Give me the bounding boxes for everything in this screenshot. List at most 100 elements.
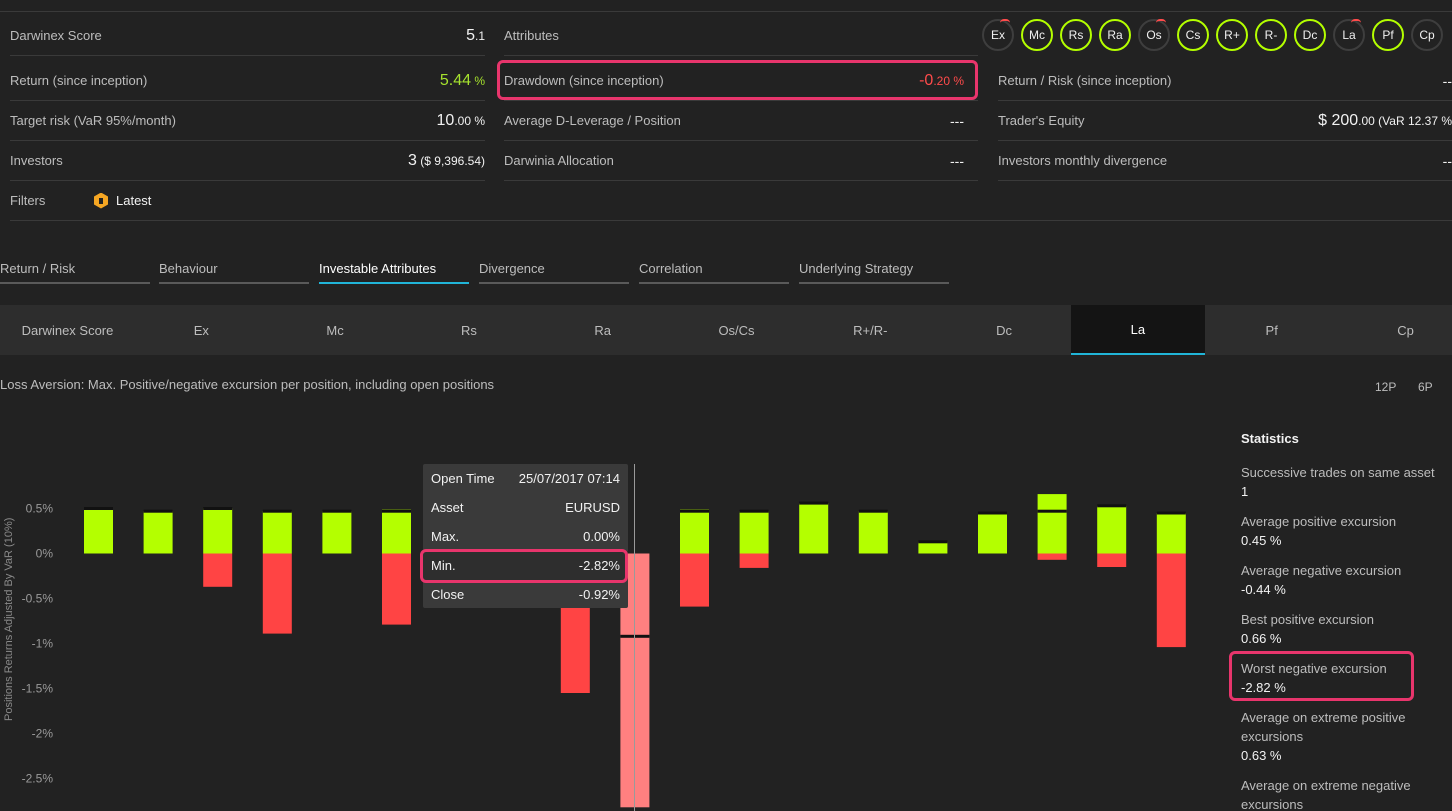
target-risk-value: 10.00 % <box>436 111 485 129</box>
subtab-rs[interactable]: Rs <box>402 305 536 355</box>
bar-negative[interactable] <box>1037 553 1067 560</box>
period-12p[interactable]: 12P <box>1375 380 1396 394</box>
subtab-la[interactable]: La <box>1070 305 1205 355</box>
bar-positive[interactable] <box>1037 494 1067 554</box>
y-tick-label: -0.5% <box>22 592 54 606</box>
attribute-badge-rminus[interactable]: R- <box>1255 19 1287 51</box>
bar-positive[interactable] <box>84 508 113 554</box>
subtab-dc[interactable]: Dc <box>937 305 1071 355</box>
tab-investable-attributes[interactable]: Investable Attributes <box>319 257 469 284</box>
attribute-badge-mc[interactable]: Mc <box>1021 19 1053 51</box>
attribute-badge-label: Ra <box>1107 28 1123 42</box>
bar-positive[interactable] <box>739 511 769 554</box>
attribute-badge-label: R+ <box>1224 28 1240 42</box>
bar-positive[interactable] <box>382 509 411 554</box>
attribute-badge-la[interactable]: La <box>1333 19 1365 51</box>
tab-behaviour[interactable]: Behaviour <box>159 257 309 284</box>
attribute-badge-label: Mc <box>1029 28 1045 42</box>
attribute-badge-ex[interactable]: Ex <box>982 19 1014 51</box>
attribute-badge-ra[interactable]: Ra <box>1099 19 1131 51</box>
subtab-darwinex-score[interactable]: Darwinex Score <box>1 305 135 355</box>
statistic-value: 0.66 % <box>1241 631 1282 646</box>
investors-value: 3 ($ 9,396.54) <box>408 151 485 169</box>
bar-positive[interactable] <box>1097 505 1127 554</box>
cursor-line <box>634 464 635 811</box>
attribute-badge-rplus[interactable]: R+ <box>1216 19 1248 51</box>
attribute-badge-cp[interactable]: Cp <box>1411 19 1443 51</box>
subtab-cp[interactable]: Cp <box>1339 305 1452 355</box>
bar-negative[interactable] <box>1156 553 1186 648</box>
subtab-pf[interactable]: Pf <box>1205 305 1339 355</box>
close-marker <box>799 501 829 505</box>
shield-icon <box>94 192 108 209</box>
statistic-item: Average positive excursion 0.45 % <box>1241 512 1451 550</box>
attribute-badge-cs[interactable]: Cs <box>1177 19 1209 51</box>
bar-negative[interactable] <box>203 553 233 587</box>
attribute-badge-label: Cs <box>1185 28 1201 42</box>
bar-positive[interactable] <box>143 511 173 554</box>
bar-positive[interactable] <box>799 503 829 554</box>
bar-negative[interactable] <box>1097 553 1127 568</box>
filters-label: Filters <box>10 193 46 208</box>
return-risk-row: Return / Risk (since inception) -- <box>998 61 1452 101</box>
close-marker <box>143 509 173 513</box>
bar-positive[interactable] <box>262 511 292 554</box>
return-risk-value: -- <box>1442 72 1452 89</box>
traders-equity-row: Trader's Equity $ 200.00 (VaR 12.37 % <box>998 101 1452 141</box>
filters-row: Filters Latest <box>10 181 1452 221</box>
tab-return-risk[interactable]: Return / Risk <box>0 257 150 284</box>
attribute-subtabs: Darwinex Score Ex Mc Rs Ra Os/Cs R+/R- Dc La Pf Cp <box>0 305 1452 355</box>
tooltip-max: Max. 0.00% <box>431 529 620 544</box>
bar-positive[interactable] <box>322 511 352 554</box>
attribute-badge-rs[interactable]: Rs <box>1060 19 1092 51</box>
bar-positive[interactable] <box>203 508 233 554</box>
close-marker <box>1037 509 1067 513</box>
darwinia-allocation-label: Darwinia Allocation <box>504 153 614 168</box>
d-leverage-row: Average D-Leverage / Position --- <box>504 101 978 141</box>
darwinia-allocation-row: Darwinia Allocation --- <box>504 141 978 181</box>
attribute-badge-label: Ex <box>990 28 1005 42</box>
d-leverage-label: Average D-Leverage / Position <box>504 113 681 128</box>
subtab-os-cs[interactable]: Os/Cs <box>670 305 804 355</box>
bar-negative[interactable] <box>382 553 411 625</box>
subtab-ex[interactable]: Ex <box>134 305 268 355</box>
bar-positive[interactable] <box>1156 513 1186 554</box>
bar-positive[interactable] <box>680 509 709 554</box>
attribute-badge-dc[interactable]: Dc <box>1294 19 1326 51</box>
return-row: Return (since inception) 5.44 % <box>10 61 485 101</box>
statistic-label: Average on extreme negative excursions <box>1241 778 1411 811</box>
drawdown-highlight <box>497 60 978 100</box>
tooltip-close: Close -0.92% <box>431 587 620 602</box>
bar-positive[interactable] <box>978 513 1007 554</box>
bar-negative[interactable] <box>680 553 709 607</box>
y-tick-label: -1.5% <box>22 682 54 696</box>
investors-row: Investors 3 ($ 9,396.54) <box>10 141 485 181</box>
period-6p[interactable]: 6P <box>1418 380 1433 394</box>
subtab-mc[interactable]: Mc <box>268 305 402 355</box>
darwinex-score-label: Darwinex Score <box>10 28 102 43</box>
tab-underlying-strategy[interactable]: Underlying Strategy <box>799 257 949 284</box>
investors-label: Investors <box>10 153 63 168</box>
tab-divergence[interactable]: Divergence <box>479 257 629 284</box>
attribute-badge-label: Dc <box>1302 28 1318 42</box>
bar-positive[interactable] <box>918 541 948 554</box>
attribute-badge-os[interactable]: Os <box>1138 19 1170 51</box>
close-marker <box>978 511 1007 515</box>
attributes-label: Attributes <box>504 28 559 43</box>
bar-negative[interactable] <box>739 553 769 568</box>
subtab-r-r-[interactable]: R+/R- <box>803 305 937 355</box>
attribute-arc <box>1000 19 1010 23</box>
worst-negative-highlight <box>1229 651 1414 701</box>
bar-negative[interactable] <box>262 553 292 634</box>
statistic-value: -0.44 % <box>1241 582 1286 597</box>
close-marker <box>203 507 233 510</box>
investors-divergence-label: Investors monthly divergence <box>998 153 1168 168</box>
bar-positive[interactable] <box>858 511 888 554</box>
attribute-arc <box>1156 19 1166 23</box>
attribute-badges: Ex Mc Rs Ra Os Cs R+ R- Dc La Pf Cp <box>982 19 1443 51</box>
subtab-ra[interactable]: Ra <box>536 305 670 355</box>
close-marker <box>739 509 769 513</box>
filter-latest[interactable]: Latest <box>94 192 151 209</box>
tab-correlation[interactable]: Correlation <box>639 257 789 284</box>
attribute-badge-pf[interactable]: Pf <box>1372 19 1404 51</box>
